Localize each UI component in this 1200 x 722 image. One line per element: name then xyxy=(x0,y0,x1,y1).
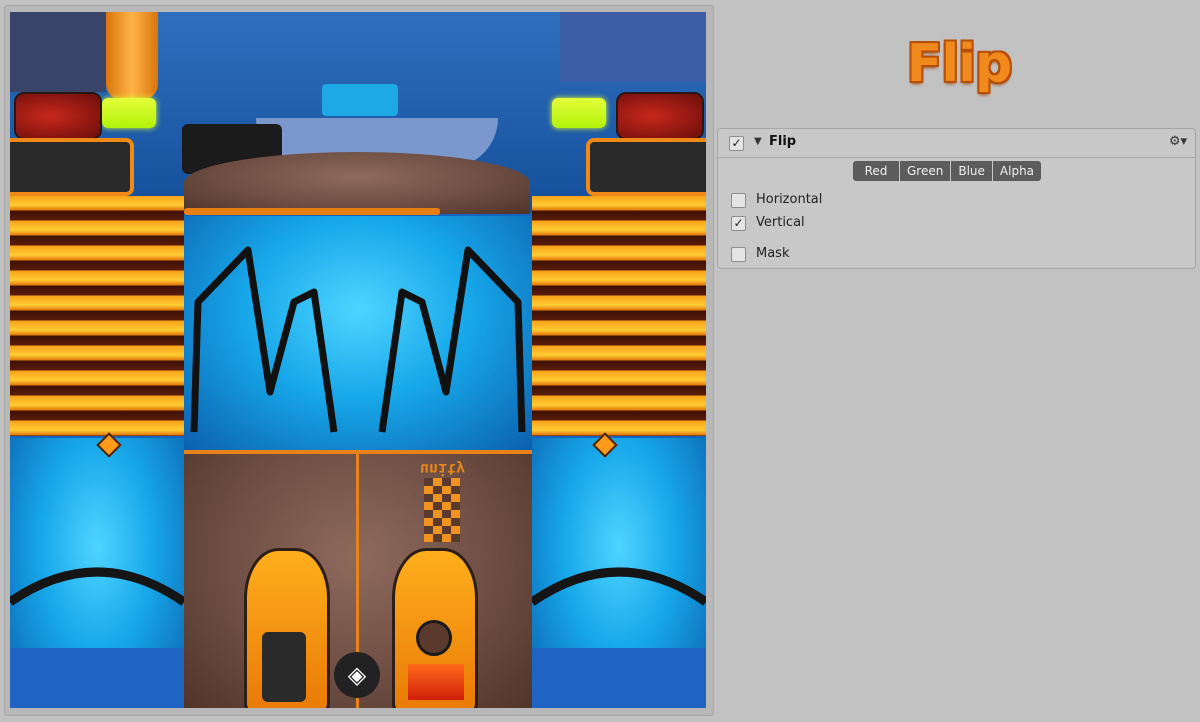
channel-alpha-button[interactable]: Alpha xyxy=(992,161,1042,181)
mask-label: Mask xyxy=(756,246,790,261)
texture-zigzag xyxy=(190,246,526,433)
unity-icon: ◈ xyxy=(334,652,380,698)
horizontal-label: Horizontal xyxy=(756,192,823,207)
vertical-label: Vertical xyxy=(756,215,805,230)
horizontal-checkbox[interactable] xyxy=(731,193,746,208)
texture-mirrored-logo: unity xyxy=(420,460,466,478)
texture-bracket-right xyxy=(586,138,706,196)
texture-bottom-left xyxy=(10,648,184,708)
channel-button-group: Red Green Blue Alpha xyxy=(853,161,1042,181)
texture-pocket-left xyxy=(262,632,306,702)
triangle-down-icon[interactable]: ▼ xyxy=(754,136,762,147)
texture-stripes-right xyxy=(532,196,706,436)
texture-stripes-left xyxy=(10,196,184,436)
component-title: Flip xyxy=(769,134,797,149)
component-enable-checkbox[interactable]: ✓ xyxy=(729,136,744,151)
texture-neon-left xyxy=(102,98,156,128)
texture-curve-left xyxy=(10,567,184,606)
texture-red-left xyxy=(14,92,102,140)
texture-curve-right xyxy=(532,567,706,606)
mask-checkbox[interactable] xyxy=(731,247,746,262)
gear-icon[interactable]: ⚙▾ xyxy=(1169,134,1187,149)
checkmark-icon: ✓ xyxy=(731,136,742,150)
flip-component-panel: ✓ ▼ Flip ⚙▾ Red Green Blue Alpha Horizon… xyxy=(717,128,1196,269)
texture-preview: unity ◈ xyxy=(10,12,706,708)
texture-orange-tube xyxy=(106,12,158,100)
channel-red-button[interactable]: Red xyxy=(853,161,900,181)
texture-red-patch xyxy=(408,664,464,700)
texture-button xyxy=(416,620,452,656)
texture-orange-bar xyxy=(184,208,440,215)
texture-checker xyxy=(424,478,460,542)
texture-collar xyxy=(322,84,398,116)
texture-pale-patch xyxy=(560,12,706,82)
vertical-checkbox[interactable]: ✓ xyxy=(731,216,746,231)
texture-bracket-left xyxy=(10,138,134,196)
component-header: ✓ ▼ Flip ⚙▾ xyxy=(718,129,1195,158)
texture-red-right xyxy=(616,92,704,140)
channel-green-button[interactable]: Green xyxy=(900,161,952,181)
texture-shoulder xyxy=(184,152,530,214)
texture-neon-right xyxy=(552,98,606,128)
checkmark-icon: ✓ xyxy=(733,216,744,230)
texture-bottom-right xyxy=(532,648,706,708)
app-title: Flip xyxy=(906,34,1012,94)
channel-blue-button[interactable]: Blue xyxy=(951,161,993,181)
texture-dark-patch xyxy=(10,12,106,92)
